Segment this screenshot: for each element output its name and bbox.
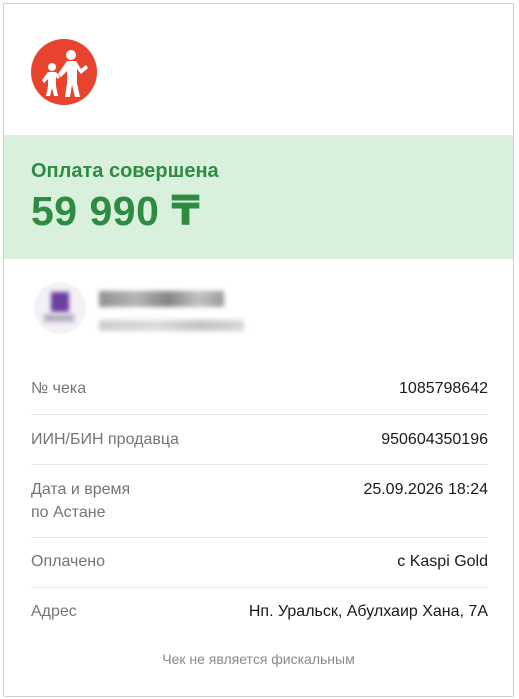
row-label: Оплачено <box>31 553 105 570</box>
receipt-card: Оплата совершена 59 990 ₸ № чека 1085798… <box>3 3 514 697</box>
row-label: № чека <box>31 380 87 397</box>
row-value: 1085798642 <box>399 380 488 397</box>
row-label: Адрес <box>31 603 77 620</box>
row-value: с Kaspi Gold <box>397 553 488 570</box>
receipt-row-datetime: Дата и время по Астане 25.09.2026 18:24 <box>31 478 488 538</box>
payment-status-banner: Оплата совершена 59 990 ₸ <box>4 135 513 259</box>
receipt-row-check-number: № чека 1085798642 <box>31 377 488 415</box>
row-value: 25.09.2026 18:24 <box>363 481 488 498</box>
row-label: Дата и время по Астане <box>31 478 130 524</box>
receipt-row-paid-with: Оплачено с Kaspi Gold <box>31 550 488 588</box>
receipt-row-seller-iin: ИИН/БИН продавца 950604350196 <box>31 428 488 465</box>
row-label: ИИН/БИН продавца <box>31 431 179 448</box>
payment-amount: 59 990 ₸ <box>31 188 201 234</box>
receipt-row-address: Адрес Нп. Уральск, Абулхаир Хана, 7А <box>31 600 488 636</box>
row-label-line1: Дата и время <box>31 481 131 498</box>
merchant-avatar <box>34 282 86 334</box>
payment-status-title: Оплата совершена <box>31 160 219 182</box>
row-value: Нп. Уральск, Абулхаир Хана, 7А <box>248 603 488 620</box>
merchant-details-redacted <box>99 320 244 331</box>
merchant-name-redacted <box>99 291 224 307</box>
non-fiscal-note: Чек не является фискальным <box>162 651 355 667</box>
brand-logo-icon <box>31 39 97 105</box>
row-label-line2: по Астане <box>31 504 106 521</box>
row-value: 950604350196 <box>381 431 488 448</box>
